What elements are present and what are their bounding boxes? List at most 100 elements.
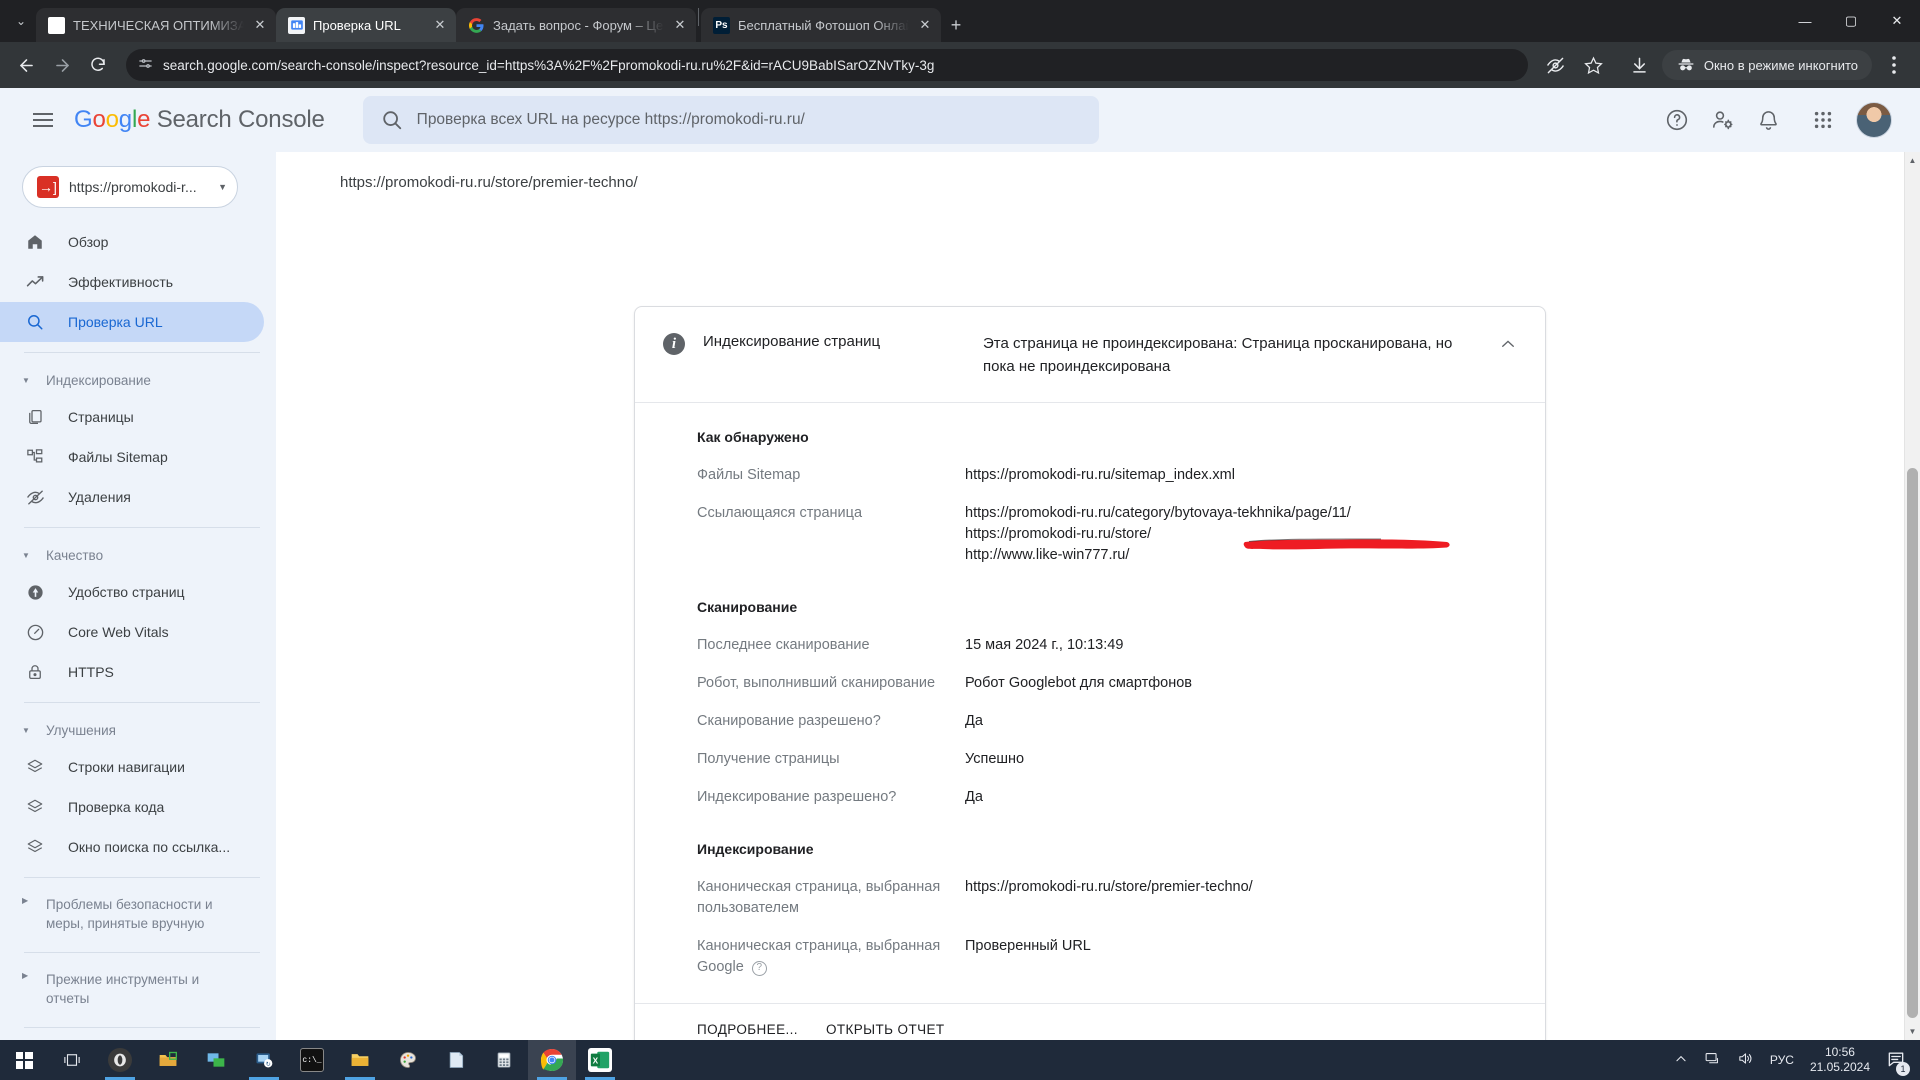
- back-button[interactable]: [10, 49, 42, 81]
- notification-center-button[interactable]: 1: [1886, 1049, 1910, 1076]
- account-settings-icon[interactable]: [1711, 108, 1735, 132]
- eye-off-icon: [24, 488, 46, 507]
- taskbar-remote-desktop[interactable]: [192, 1040, 240, 1080]
- sidebar-item-label: Проверка URL: [68, 314, 163, 330]
- sidebar-group-legacy-tools[interactable]: ▶ Прежние инструменты и отчеты: [0, 963, 276, 1017]
- taskbar-excel[interactable]: X: [576, 1040, 624, 1080]
- open-report-button[interactable]: ОТКРЫТЬ ОТЧЕТ: [826, 1022, 945, 1037]
- site-settings-icon[interactable]: [138, 56, 153, 74]
- row-value-line: https://promokodi-ru.ru/sitemap_index.xm…: [965, 467, 1235, 483]
- taskbar-task-view[interactable]: [48, 1040, 96, 1080]
- row-value: Робот Googlebot для смартфонов: [965, 675, 1193, 692]
- sidebar-group-indexing[interactable]: ▼ Индексирование: [0, 363, 276, 397]
- sidebar-group-label: Качество: [46, 547, 104, 563]
- language-indicator[interactable]: РУС: [1770, 1053, 1794, 1067]
- sidebar-group-quality[interactable]: ▼ Качество: [0, 538, 276, 572]
- browser-window: ⌄ ЯК ТЕХНИЧЕСКАЯ ОПТИМИЗАЦИ ✕ Проверка U…: [0, 0, 1920, 1080]
- lock-icon: [24, 663, 46, 681]
- network-icon[interactable]: [1704, 1050, 1721, 1070]
- reload-button[interactable]: [82, 49, 114, 81]
- sidebar-item-removals[interactable]: Удаления: [0, 477, 264, 517]
- sidebar-item-pages[interactable]: Страницы: [0, 397, 264, 437]
- notepad-icon: [444, 1048, 468, 1072]
- taskbar-paint[interactable]: [384, 1040, 432, 1080]
- new-tab-button[interactable]: +: [941, 10, 971, 40]
- chevron-down-icon[interactable]: ▼: [218, 182, 227, 192]
- menu-icon[interactable]: [22, 99, 64, 141]
- sidebar-item-https[interactable]: HTTPS: [0, 652, 264, 692]
- card-header-value: Эта страница не проиндексирована: Страни…: [983, 335, 1453, 375]
- url-inspection-search-input[interactable]: Проверка всех URL на ресурсе https://pro…: [362, 96, 1099, 144]
- property-selector[interactable]: →] https://promokodi-r... ▼: [22, 166, 238, 208]
- trending-up-icon: [24, 273, 46, 292]
- sidebar-item-core-web-vitals[interactable]: Core Web Vitals: [0, 612, 264, 652]
- browser-tab-1[interactable]: Проверка URL ✕: [276, 8, 456, 42]
- minimize-button[interactable]: —: [1782, 0, 1828, 42]
- sidebar-group-label: Улучшения: [46, 722, 116, 738]
- section-title-crawl: Сканирование: [697, 599, 798, 616]
- show-hidden-icons[interactable]: [1674, 1052, 1688, 1069]
- sidebar-item-overview[interactable]: Обзор: [0, 222, 264, 262]
- incognito-indicator[interactable]: Окно в режиме инкогнито: [1661, 50, 1872, 80]
- taskbar-calculator[interactable]: [480, 1040, 528, 1080]
- learn-more-button[interactable]: ПОДРОБНЕЕ...: [697, 1022, 798, 1037]
- browser-tab-3[interactable]: Ps Бесплатный Фотошоп Онлайн ✕: [701, 8, 941, 42]
- row-value: Проверенный URL: [965, 938, 1091, 955]
- taskbar-explorer-folder[interactable]: [144, 1040, 192, 1080]
- window-controls: — ▢ ✕: [1782, 0, 1920, 42]
- taskbar-file-explorer[interactable]: [336, 1040, 384, 1080]
- card-header[interactable]: i Индексирование страниц Эта страница не…: [635, 307, 1545, 403]
- taskbar-command-prompt[interactable]: c:\_: [288, 1040, 336, 1080]
- row-label-text: Каноническая страница, выбранная Google: [697, 938, 941, 976]
- address-bar[interactable]: search.google.com/search-console/inspect…: [126, 49, 1528, 81]
- scroll-up-arrow[interactable]: ▲: [1905, 152, 1920, 169]
- maximize-button[interactable]: ▢: [1828, 0, 1874, 42]
- browser-tab-2[interactable]: Задать вопрос - Форум – Цент ✕: [456, 8, 696, 42]
- forward-button[interactable]: [46, 49, 78, 81]
- taskbar-chrome[interactable]: [528, 1040, 576, 1080]
- sidebar-item-sitelinks-searchbox[interactable]: Окно поиска по ссылка...: [0, 827, 264, 867]
- explorer-folder-icon: [156, 1048, 180, 1072]
- tracking-protection-icon[interactable]: [1540, 49, 1572, 81]
- sidebar-group-enhancements[interactable]: ▼ Улучшения: [0, 713, 276, 747]
- row-label: Получение страницы: [697, 751, 840, 768]
- tab-close-icon[interactable]: ✕: [672, 17, 688, 33]
- scrollbar-thumb[interactable]: [1907, 468, 1918, 1018]
- taskbar-system-tool[interactable]: ↻: [240, 1040, 288, 1080]
- sidebar-group-security[interactable]: ▶ Проблемы безопасности и меры, принятые…: [0, 888, 276, 942]
- sidebar-item-breadcrumbs[interactable]: Строки навигации: [0, 747, 264, 787]
- avatar[interactable]: [1856, 102, 1892, 138]
- system-tray: РУС 10:56 21.05.2024 1: [1674, 1045, 1920, 1076]
- apps-grid-icon[interactable]: [1812, 109, 1834, 131]
- browser-tab-0[interactable]: ЯК ТЕХНИЧЕСКАЯ ОПТИМИЗАЦИ ✕: [36, 8, 276, 42]
- sidebar-item-sitemaps[interactable]: Файлы Sitemap: [0, 437, 264, 477]
- notifications-icon[interactable]: [1757, 109, 1780, 132]
- clock[interactable]: 10:56 21.05.2024: [1810, 1045, 1870, 1075]
- tab-search-chevron-icon[interactable]: ⌄: [6, 0, 36, 42]
- vertical-scrollbar[interactable]: ▲ ▼: [1904, 152, 1920, 1040]
- close-window-button[interactable]: ✕: [1874, 0, 1920, 42]
- downloads-icon[interactable]: [1624, 49, 1656, 81]
- chrome-menu-icon[interactable]: [1878, 49, 1910, 81]
- sidebar-item-code-check[interactable]: Проверка кода: [0, 787, 264, 827]
- sidebar-item-label: HTTPS: [68, 664, 114, 680]
- sidebar-item-performance[interactable]: Эффективность: [0, 262, 264, 302]
- layers-icon: [24, 798, 46, 816]
- sidebar-item-url-inspection[interactable]: Проверка URL: [0, 302, 264, 342]
- help-icon[interactable]: [1665, 108, 1689, 132]
- sidebar-item-page-experience[interactable]: Удобство страниц: [0, 572, 264, 612]
- sidebar-item-label: Core Web Vitals: [68, 624, 169, 640]
- bookmark-star-icon[interactable]: [1578, 49, 1610, 81]
- volume-icon[interactable]: [1737, 1050, 1754, 1070]
- tab-title: ТЕХНИЧЕСКАЯ ОПТИМИЗАЦИ: [73, 17, 244, 33]
- notification-count: 1: [1896, 1061, 1910, 1076]
- tab-close-icon[interactable]: ✕: [917, 17, 933, 33]
- scroll-down-arrow[interactable]: ▼: [1905, 1023, 1920, 1040]
- chevron-up-icon[interactable]: [1499, 333, 1517, 356]
- help-icon[interactable]: ?: [751, 960, 767, 976]
- tab-close-icon[interactable]: ✕: [252, 17, 268, 33]
- start-button[interactable]: [0, 1040, 48, 1080]
- taskbar-opera[interactable]: [96, 1040, 144, 1080]
- tab-close-icon[interactable]: ✕: [432, 17, 448, 33]
- taskbar-notepad[interactable]: [432, 1040, 480, 1080]
